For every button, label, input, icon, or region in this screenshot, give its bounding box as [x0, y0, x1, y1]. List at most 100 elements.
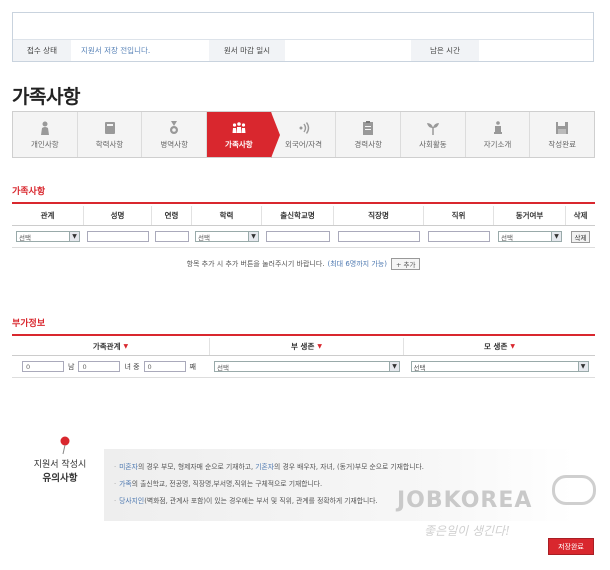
father-alive-select[interactable]: 선택 ▼ [214, 361, 400, 372]
education-select[interactable]: 선택 ▼ [195, 231, 259, 242]
remaining-label: 남은 시간 [411, 40, 479, 61]
cell-name [84, 226, 152, 247]
cell-age [152, 226, 192, 247]
male-unit: 남 [67, 362, 75, 371]
col-mother-alive: 모 생존 ▼ [404, 338, 595, 355]
notice-item: · 당사지인(벽화점, 관계사 포함)이 있는 경우에는 부서 및 직위, 관계를… [114, 495, 378, 505]
extra-table-header: 가족관계 ▼ 부 생존 ▼ 모 생존 ▼ [12, 338, 595, 356]
col-father-alive: 부 생존 ▼ [210, 338, 404, 355]
table-row: 0 남 0 녀 중 0 째 선택 ▼ 선택 ▼ [12, 356, 595, 378]
delete-button[interactable]: 삭제 [570, 230, 591, 243]
col-school: 출신학교명 [262, 206, 334, 225]
select-value: 선택 [501, 233, 513, 242]
female-unit: 녀 중 [124, 362, 140, 371]
floppy-disk-icon [556, 122, 569, 134]
add-hint-row: 항목 추가 시 추가 버튼을 눌러주시기 바랍니다. (최대 6명까지 가능) … [12, 258, 595, 270]
cell-company [334, 226, 424, 247]
order-unit: 째 [189, 362, 196, 371]
pushpin-icon [60, 436, 70, 455]
col-cohabit: 동거여부 [494, 206, 566, 225]
select-value: 선택 [413, 363, 426, 372]
select-value: 선택 [217, 363, 229, 372]
select-value: 선택 [19, 233, 31, 242]
family-table: 관계 성명 연령 학력 출신학교명 직장명 직위 동거여부 삭제 선택 ▼ 선택 ▼… [12, 206, 595, 248]
tab-label: 자기소개 [483, 140, 512, 149]
notice-text: (벽화점, 관계사 포함)이 있는 경우에는 부서 및 직위, 관계를 정확하게… [144, 497, 378, 505]
page-title: 가족사항 [12, 86, 80, 108]
col-education: 학력 [192, 206, 262, 225]
company-input[interactable] [338, 231, 420, 242]
male-count-input[interactable]: 0 [21, 361, 64, 372]
logo-ring-icon [552, 475, 596, 505]
header-text: 가족관계 [92, 342, 121, 351]
medal-icon [170, 121, 179, 134]
col-family-relation: 가족관계 ▼ [12, 338, 210, 355]
tab-language-cert[interactable]: 외국어/자격 [272, 112, 337, 157]
deadline-value [285, 40, 411, 61]
tab-label: 작성완료 [548, 140, 577, 149]
sprout-icon [426, 123, 439, 135]
tab-label: 병역사항 [160, 140, 188, 149]
school-input[interactable] [266, 231, 330, 242]
tab-social-activity[interactable]: 사회활동 [401, 112, 466, 157]
age-input[interactable] [155, 231, 189, 242]
tab-label: 사회활동 [419, 140, 447, 149]
tab-complete[interactable]: 작성완료 [530, 112, 594, 157]
tab-family[interactable]: 가족사항 [207, 112, 280, 158]
notice-title: 지원서 작성시 유의사항 [20, 459, 100, 486]
bullet: · [114, 480, 117, 488]
name-input[interactable] [87, 231, 149, 242]
mother-alive-select[interactable]: 선택 ▼ [410, 361, 589, 372]
family-icon [232, 122, 246, 133]
cell-position [424, 226, 494, 247]
table-row: 선택 ▼ 선택 ▼ 선택 ▼ 삭제 [12, 226, 595, 248]
female-count-input[interactable]: 0 [78, 361, 121, 372]
chevron-down-icon: ▼ [551, 232, 561, 241]
step-tabs: 개인사항 학력사항 병역사항 가족사항 외국어/자격 경력사항 사회활동 자기소… [12, 111, 595, 158]
tab-education[interactable]: 학력사항 [78, 112, 143, 157]
cell-relation: 선택 ▼ [12, 226, 84, 247]
tab-self-intro[interactable]: 자기소개 [466, 112, 531, 157]
relation-select[interactable]: 선택 ▼ [16, 231, 80, 242]
chevron-down-icon: ▼ [248, 232, 258, 241]
cell-delete: 삭제 [566, 226, 595, 247]
cell-siblings: 0 남 0 녀 중 0 째 [12, 361, 210, 372]
save-complete-button[interactable]: 저장완료 [548, 538, 594, 555]
notice-text: 의 출신학교, 전공명, 직장명,부서명,직위는 구체적으로 기재합니다. [131, 480, 323, 488]
required-mark: ▼ [123, 343, 129, 350]
col-delete: 삭제 [573, 211, 588, 220]
status-row: 접수 상태 지원서 저장 전입니다. 원서 마감 일시 남은 시간 [13, 39, 593, 61]
bullet: · [114, 463, 117, 471]
cell-mother: 선택 ▼ [404, 361, 595, 372]
application-status-panel: 접수 상태 지원서 저장 전입니다. 원서 마감 일시 남은 시간 [12, 12, 594, 62]
tab-career[interactable]: 경력사항 [336, 112, 402, 157]
section-divider [12, 334, 595, 336]
add-family-button[interactable]: + 추가 [390, 258, 421, 270]
cohabit-select[interactable]: 선택 ▼ [498, 231, 562, 242]
notice-item: · 미혼자의 경우 부모, 형제자매 순으로 기재하고, 기혼자의 경우 배우자,… [114, 461, 424, 471]
tab-personal[interactable]: 개인사항 [13, 112, 78, 157]
deadline-label: 원서 마감 일시 [209, 40, 285, 61]
cell-father: 선택 ▼ [210, 361, 404, 372]
tab-military[interactable]: 병역사항 [142, 112, 208, 157]
podium-icon [493, 121, 502, 134]
notice-title-line1: 지원서 작성시 [33, 460, 87, 470]
extra-info-table: 가족관계 ▼ 부 생존 ▼ 모 생존 ▼ 0 남 0 녀 중 0 째 선택 ▼ 선택 ▼ [12, 338, 595, 378]
tab-label: 외국어/자격 [285, 140, 323, 149]
notice-title-line2: 유의사항 [42, 473, 78, 484]
cell-school [262, 226, 334, 247]
clipboard-icon [363, 121, 374, 135]
notice-text: 의 경우 배우자, 자녀, (동거)부모 순으로 기재합니다. [274, 463, 424, 471]
tab-label: 경력사항 [354, 140, 382, 149]
family-table-header: 관계 성명 연령 학력 출신학교명 직장명 직위 동거여부 삭제 [12, 206, 595, 226]
state-value: 지원서 저장 전입니다. [81, 46, 151, 55]
chevron-down-icon: ▼ [389, 362, 399, 371]
person-icon [40, 121, 49, 135]
brand-slogan: 좋은일이 생긴다! [424, 524, 510, 538]
birth-order-input[interactable]: 0 [143, 361, 186, 372]
header-text: 모 생존 [484, 342, 508, 351]
position-input[interactable] [428, 231, 490, 242]
add-limit-hint: (최대 6명까지 가능) [327, 260, 387, 268]
notice-text: 의 경우 부모, 형제자매 순으로 기재하고, [137, 463, 256, 471]
notice-item: · 가족의 출신학교, 전공명, 직장명,부서명,직위는 구체적으로 기재합니다. [114, 478, 322, 488]
